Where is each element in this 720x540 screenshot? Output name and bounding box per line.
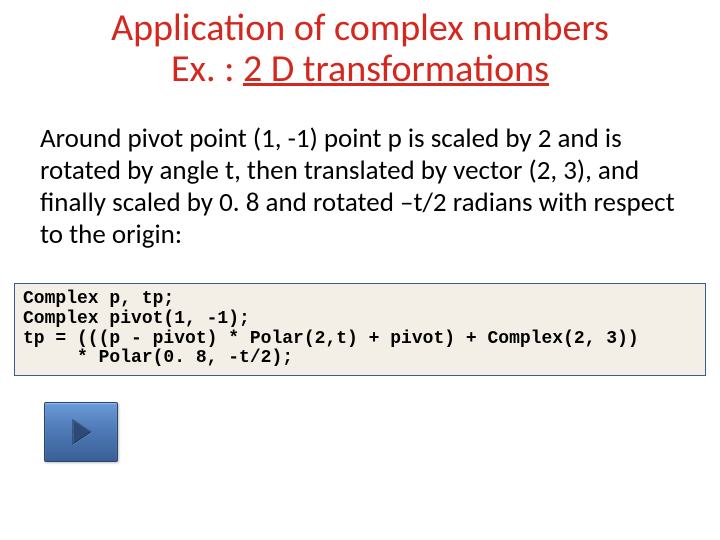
title-line1: Application of complex numbers (111, 5, 609, 51)
body-text: Around pivot point (1, -1) point p is sc… (40, 123, 680, 250)
title-line2-underlined: 2 D transformations (243, 46, 549, 92)
title-line2-prefix: Ex. : (171, 46, 243, 92)
slide-title: Application of complex numbers Ex. : 2 D… (0, 8, 720, 90)
slide: Application of complex numbers Ex. : 2 D… (0, 0, 720, 540)
code-box: Complex p, tp; Complex pivot(1, -1); tp … (14, 283, 706, 376)
forward-button[interactable] (44, 402, 118, 462)
title-line2: Ex. : 2 D transformations (171, 49, 549, 90)
forward-right-icon (64, 415, 98, 449)
